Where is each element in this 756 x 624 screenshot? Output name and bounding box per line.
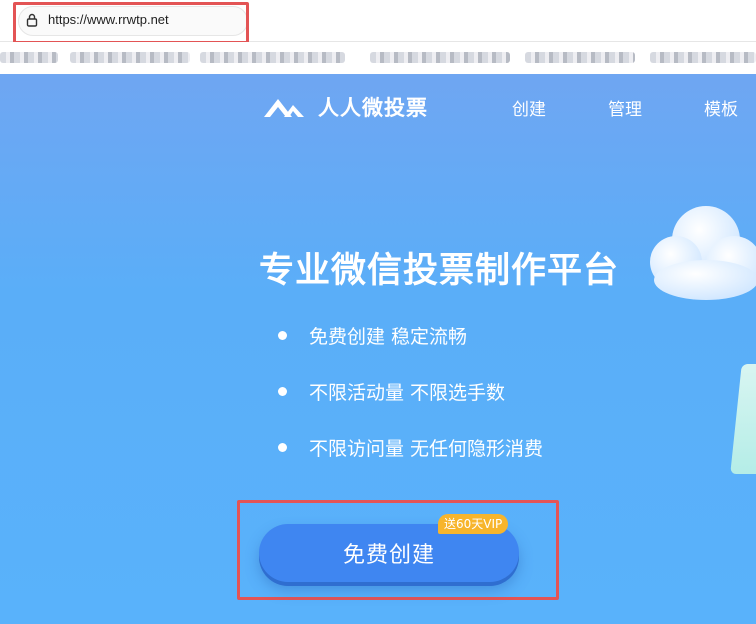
logo-text: 人人微投票 [318, 96, 428, 120]
bookmark-item[interactable] [525, 52, 635, 63]
bullet-icon [278, 387, 287, 396]
bookmarks-bar [0, 42, 756, 74]
back-icon[interactable]: ‹ [0, 12, 6, 28]
bullet-icon [278, 331, 287, 340]
nav-templates[interactable]: 模板 [704, 95, 738, 120]
feature-text: 免费创建 稳定流畅 [309, 326, 468, 348]
bookmark-item[interactable] [370, 52, 510, 63]
hero-title: 专业微信投票制作平台 [258, 251, 619, 291]
panel-decoration [730, 364, 756, 474]
bullet-icon [278, 443, 287, 452]
bookmark-item[interactable] [200, 52, 345, 63]
bookmark-item[interactable] [0, 52, 58, 63]
feature-text: 不限活动量 不限选手数 [309, 382, 506, 404]
nav-create[interactable]: 创建 [512, 95, 546, 120]
url-highlight-box [13, 2, 249, 44]
hero-section: 人人微投票 创建 管理 模板 专业微信投票制作平台 免费创建 稳定流畅 不限活动… [0, 74, 756, 624]
bookmark-item[interactable] [650, 52, 756, 63]
site-logo[interactable]: 人人微投票 [262, 92, 462, 122]
address-bar: ‹ https://www.rrwtp.net [0, 0, 756, 44]
vip-badge: 送60天VIP [438, 514, 509, 534]
mountain-logo-icon [264, 99, 304, 117]
feature-item: 免费创建 稳定流畅 [278, 322, 467, 349]
feature-item: 不限活动量 不限选手数 [278, 378, 505, 405]
nav-manage[interactable]: 管理 [608, 95, 642, 120]
bookmark-item[interactable] [70, 52, 190, 63]
feature-item: 不限访问量 无任何隐形消费 [278, 434, 543, 461]
feature-text: 不限访问量 无任何隐形消费 [309, 438, 544, 460]
